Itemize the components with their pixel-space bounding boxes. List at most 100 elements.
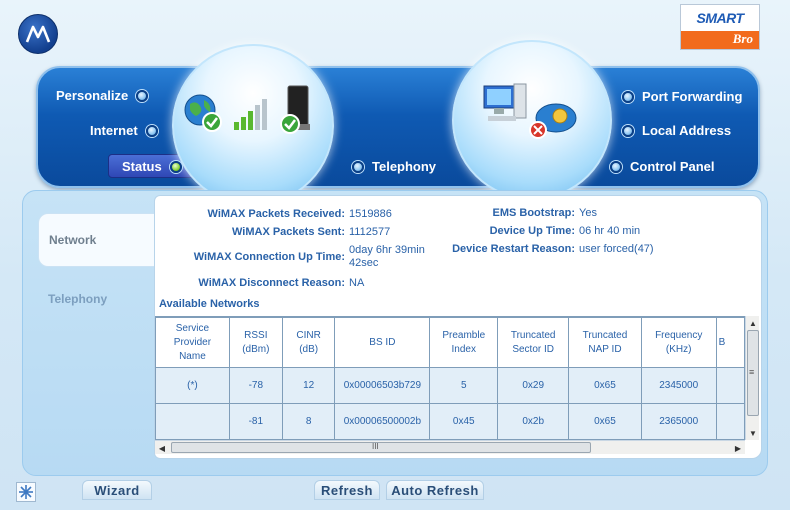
networks-table: Service Provider Name RSSI (dBm) CINR (d…: [155, 317, 745, 440]
globe-check-icon: [182, 92, 224, 134]
col-preamble-index[interactable]: Preamble Index: [429, 317, 499, 368]
wizard-button[interactable]: Wizard: [82, 480, 152, 500]
table-cell: 0x65: [568, 403, 642, 440]
smart-bro-logo: SMART Bro: [680, 4, 760, 50]
device-up-value: 06 hr 40 min: [579, 225, 641, 237]
brand-logo-top: SMART: [696, 10, 744, 26]
col-label: Name: [179, 350, 206, 362]
col-service-provider[interactable]: Service Provider Name: [155, 317, 230, 368]
col-truncated[interactable]: B: [715, 317, 745, 368]
nav-active-dot-icon: [169, 160, 182, 173]
table-row[interactable]: -81 8 0x00006500002b 0x45 0x2b 0x65 2365…: [155, 403, 745, 440]
col-truncated-nap-id[interactable]: Truncated NAP ID: [568, 317, 642, 368]
table-cell: 0x65: [568, 367, 642, 404]
packets-sent-label: WiMAX Packets Sent:: [232, 226, 345, 238]
nav-personalize-label: Personalize: [56, 88, 129, 103]
info-connection-up-time: WiMAX Connection Up Time: 0day 6hr 39min…: [155, 244, 425, 270]
nav-control-panel-label: Control Panel: [630, 159, 715, 174]
info-disconnect-reason: WiMAX Disconnect Reason: NA: [155, 277, 364, 289]
scroll-grip-icon: ≡: [749, 367, 755, 377]
table-cell: (*): [155, 367, 230, 404]
col-label: Frequency: [655, 329, 703, 341]
ems-bootstrap-label: EMS Bootstrap:: [492, 207, 576, 219]
scroll-left-arrow-icon[interactable]: ◀: [155, 441, 169, 455]
tab-telephony-label: Telephony: [48, 292, 108, 306]
nav-radio-dot-icon: [136, 89, 149, 102]
tab-network-label: Network: [49, 233, 97, 247]
packets-sent-value: 1112577: [349, 226, 391, 238]
nav-personalize[interactable]: Personalize: [56, 88, 149, 103]
nav-status-label: Status: [122, 159, 162, 174]
nav-telephony-label: Telephony: [372, 159, 437, 174]
vertical-scrollbar[interactable]: ▲ ≡ ▼: [745, 316, 759, 440]
table-cell: 8: [281, 403, 336, 440]
col-label: (dB): [299, 343, 319, 355]
table-cell: [155, 403, 230, 440]
status-detail-panel: WiMAX Packets Received: 1519886 WiMAX Pa…: [154, 195, 762, 459]
col-label: (dBm): [242, 343, 270, 355]
info-device-up-time: Device Up Time: 06 hr 40 min: [405, 225, 641, 237]
table-cell: -81: [228, 403, 283, 440]
snowflake-icon[interactable]: [16, 482, 36, 502]
restart-reason-label: Device Restart Reason:: [452, 243, 575, 255]
nav-radio-dot-icon: [610, 160, 622, 173]
connection-up-value-line2: 42sec: [349, 257, 379, 269]
col-label: NAP ID: [588, 343, 622, 355]
tab-network[interactable]: Network: [38, 213, 156, 267]
table-cell: 0x2b: [497, 403, 570, 440]
modem-check-icon: [276, 84, 322, 136]
nav-radio-dot-icon: [145, 124, 158, 137]
nav-local-address-label: Local Address: [642, 123, 732, 138]
col-frequency[interactable]: Frequency (KHz): [640, 317, 717, 368]
nav-status[interactable]: Status: [122, 159, 182, 174]
signal-bars-icon: [232, 96, 272, 132]
col-cinr[interactable]: CINR (dB): [281, 317, 336, 368]
nav-internet[interactable]: Internet: [90, 123, 158, 138]
refresh-button[interactable]: Refresh: [314, 480, 380, 500]
table-cell: 2345000: [640, 367, 717, 404]
col-label: RSSI: [244, 329, 268, 341]
nav-telephony[interactable]: Telephony: [352, 159, 436, 174]
connection-up-label: WiMAX Connection Up Time:: [193, 251, 345, 263]
packets-received-label: WiMAX Packets Received:: [207, 208, 345, 220]
table-cell: [715, 403, 745, 440]
col-truncated-sector-id[interactable]: Truncated Sector ID: [497, 317, 570, 368]
nav-local-address[interactable]: Local Address: [622, 123, 731, 138]
col-label: Index: [451, 343, 476, 355]
table-row[interactable]: (*) -78 12 0x00006503b729 5 0x29 0x65 23…: [155, 367, 745, 404]
table-cell: -78: [228, 367, 283, 404]
col-rssi[interactable]: RSSI (dBm): [228, 317, 283, 368]
nav-radio-dot-icon: [352, 160, 364, 173]
col-label: Service: [175, 322, 210, 334]
scroll-up-arrow-icon[interactable]: ▲: [746, 316, 760, 330]
computer-icon: [480, 80, 530, 126]
packets-received-value: 1519886: [349, 208, 392, 220]
col-label: (KHz): [665, 343, 692, 355]
table-cell: [715, 367, 745, 404]
motorola-logo-icon: [18, 14, 58, 54]
tab-telephony[interactable]: Telephony: [38, 272, 156, 326]
scroll-down-arrow-icon[interactable]: ▼: [746, 426, 760, 440]
restart-reason-value: user forced(47): [579, 243, 654, 255]
auto-refresh-button[interactable]: Auto Refresh: [386, 480, 484, 500]
vertical-scroll-thumb[interactable]: ≡: [747, 330, 759, 416]
col-label: BS ID: [369, 336, 396, 348]
col-label: Provider: [173, 336, 212, 348]
scroll-right-arrow-icon[interactable]: ▶: [731, 441, 745, 455]
col-label: Truncated: [510, 329, 556, 341]
nav-port-forwarding[interactable]: Port Forwarding: [622, 89, 742, 104]
nav-control-panel[interactable]: Control Panel: [610, 159, 715, 174]
nav-port-forwarding-label: Port Forwarding: [642, 89, 743, 104]
col-bs-id[interactable]: BS ID: [334, 317, 431, 368]
router-status-page: SMART Bro Personalize Internet Status Te…: [0, 0, 790, 510]
horizontal-scroll-thumb[interactable]: III: [171, 442, 591, 453]
col-label: Truncated: [582, 329, 628, 341]
available-networks-title: Available Networks: [159, 298, 260, 310]
table-cell: 0x29: [497, 367, 570, 404]
info-device-restart-reason: Device Restart Reason: user forced(47): [405, 243, 654, 255]
info-packets-received: WiMAX Packets Received: 1519886: [155, 208, 392, 220]
scroll-grip-icon: III: [372, 442, 379, 451]
nav-internet-label: Internet: [90, 123, 138, 138]
horizontal-scrollbar[interactable]: ◀ III ▶: [155, 440, 745, 454]
info-ems-bootstrap: EMS Bootstrap: Yes: [405, 207, 597, 219]
